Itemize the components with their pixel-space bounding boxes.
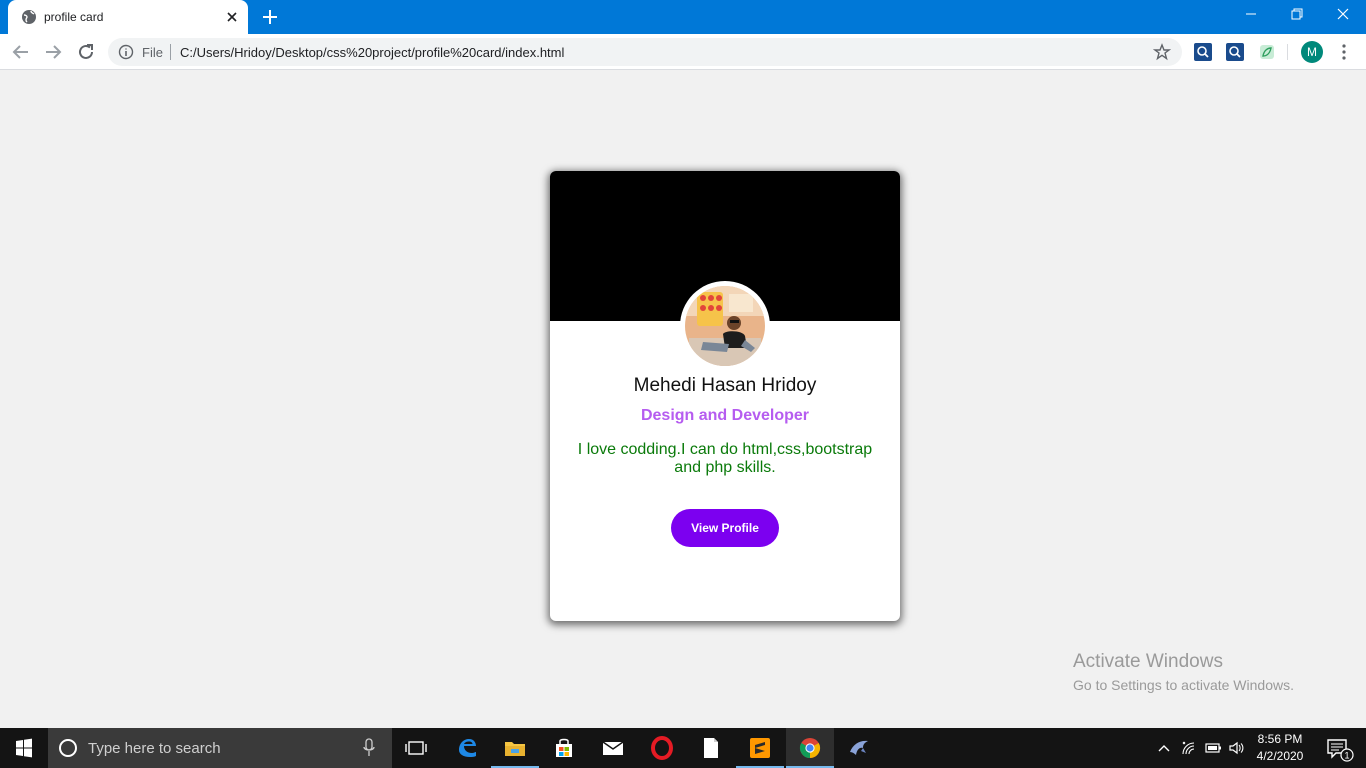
clock-time: 8:56 PM	[1257, 732, 1303, 746]
cortana-icon	[59, 739, 77, 757]
arrow-left-icon[interactable]	[10, 41, 32, 63]
task-view-button[interactable]	[392, 728, 440, 768]
microphone-icon[interactable]	[362, 738, 376, 758]
minimize-icon[interactable]	[1228, 0, 1274, 30]
omnibox-divider	[170, 44, 171, 60]
page-viewport: Mehedi Hasan Hridoy Design and Developer…	[0, 71, 1366, 728]
profile-role: Design and Developer	[640, 407, 810, 424]
notification-icon[interactable]: 1	[1320, 728, 1360, 768]
wifi-icon[interactable]	[1180, 739, 1198, 757]
info-icon[interactable]	[118, 44, 134, 60]
taskbar-app-notepad[interactable]	[687, 728, 735, 768]
taskbar-app-chrome[interactable]	[786, 728, 834, 768]
taskbar-app-edge[interactable]	[443, 728, 491, 768]
tab-title: profile card	[44, 10, 104, 24]
profile-bio: I love codding.I can do html,css,bootstr…	[577, 441, 873, 476]
search-extension-icon[interactable]	[1226, 43, 1244, 61]
zoom-extension-icon[interactable]	[1194, 43, 1212, 61]
taskbar-search-placeholder: Type here to search	[88, 740, 221, 757]
profile-photo	[680, 281, 770, 371]
star-icon[interactable]	[1153, 43, 1171, 61]
taskbar-app-dolphin[interactable]	[835, 728, 883, 768]
taskbar-app-sublime-text[interactable]	[736, 728, 784, 768]
activate-windows-watermark: Activate Windows Go to Settings to activ…	[1073, 651, 1294, 693]
edge-icon	[459, 739, 476, 757]
restore-icon[interactable]	[1274, 0, 1320, 30]
task-view-icon	[405, 741, 427, 755]
mail-icon	[602, 741, 624, 755]
profile-card: Mehedi Hasan Hridoy Design and Developer…	[550, 171, 900, 621]
store-icon	[556, 738, 572, 757]
profile-avatar[interactable]: M	[1301, 41, 1323, 63]
activate-subtitle: Go to Settings to activate Windows.	[1073, 677, 1294, 693]
browser-titlebar: profile card	[0, 0, 1366, 34]
view-profile-button[interactable]: View Profile	[671, 509, 779, 547]
volume-icon[interactable]	[1227, 739, 1245, 757]
opera-icon	[651, 736, 673, 760]
profile-name: Mehedi Hasan Hridoy	[633, 375, 817, 396]
taskbar-app-opera[interactable]	[638, 728, 686, 768]
globe-icon	[22, 10, 36, 24]
notification-count: 1	[1344, 751, 1349, 761]
window-close-icon[interactable]	[1320, 0, 1366, 30]
file-explorer-icon	[505, 742, 525, 756]
taskbar-search-box[interactable]: Type here to search	[48, 728, 392, 768]
close-icon[interactable]	[224, 9, 240, 25]
profile-photo-image	[685, 286, 765, 366]
browser-tab[interactable]: profile card	[8, 0, 248, 34]
taskbar-clock[interactable]: 8:56 PM 4/2/2020	[1250, 731, 1310, 765]
chevron-up-icon[interactable]	[1155, 739, 1173, 757]
sublime-text-icon	[750, 738, 770, 758]
taskbar-app-store[interactable]	[540, 728, 588, 768]
arrow-right-icon[interactable]	[42, 41, 64, 63]
leaf-extension-icon[interactable]	[1258, 43, 1276, 61]
reload-icon[interactable]	[75, 41, 97, 63]
address-bar[interactable]: File C:/Users/Hridoy/Desktop/css%20proje…	[108, 38, 1182, 66]
url-text[interactable]: C:/Users/Hridoy/Desktop/css%20project/pr…	[180, 45, 564, 60]
scheme-label: File	[142, 45, 163, 60]
dolphin-icon	[850, 740, 868, 755]
taskbar: Type here to search 8:56 PM 4/2/2020 1	[0, 728, 1366, 768]
activate-title: Activate Windows	[1073, 651, 1223, 672]
taskbar-app-file-explorer[interactable]	[491, 728, 539, 768]
taskbar-app-mail[interactable]	[589, 728, 637, 768]
plus-icon[interactable]	[259, 6, 281, 28]
windows-start-icon[interactable]	[0, 728, 48, 768]
clock-date: 4/2/2020	[1256, 749, 1304, 763]
kebab-menu-icon[interactable]	[1335, 42, 1353, 62]
browser-toolbar: File C:/Users/Hridoy/Desktop/css%20proje…	[0, 34, 1366, 70]
battery-icon[interactable]	[1204, 739, 1222, 757]
toolbar-divider	[1287, 44, 1288, 60]
notepad-icon	[704, 738, 718, 758]
chrome-icon	[799, 738, 821, 759]
